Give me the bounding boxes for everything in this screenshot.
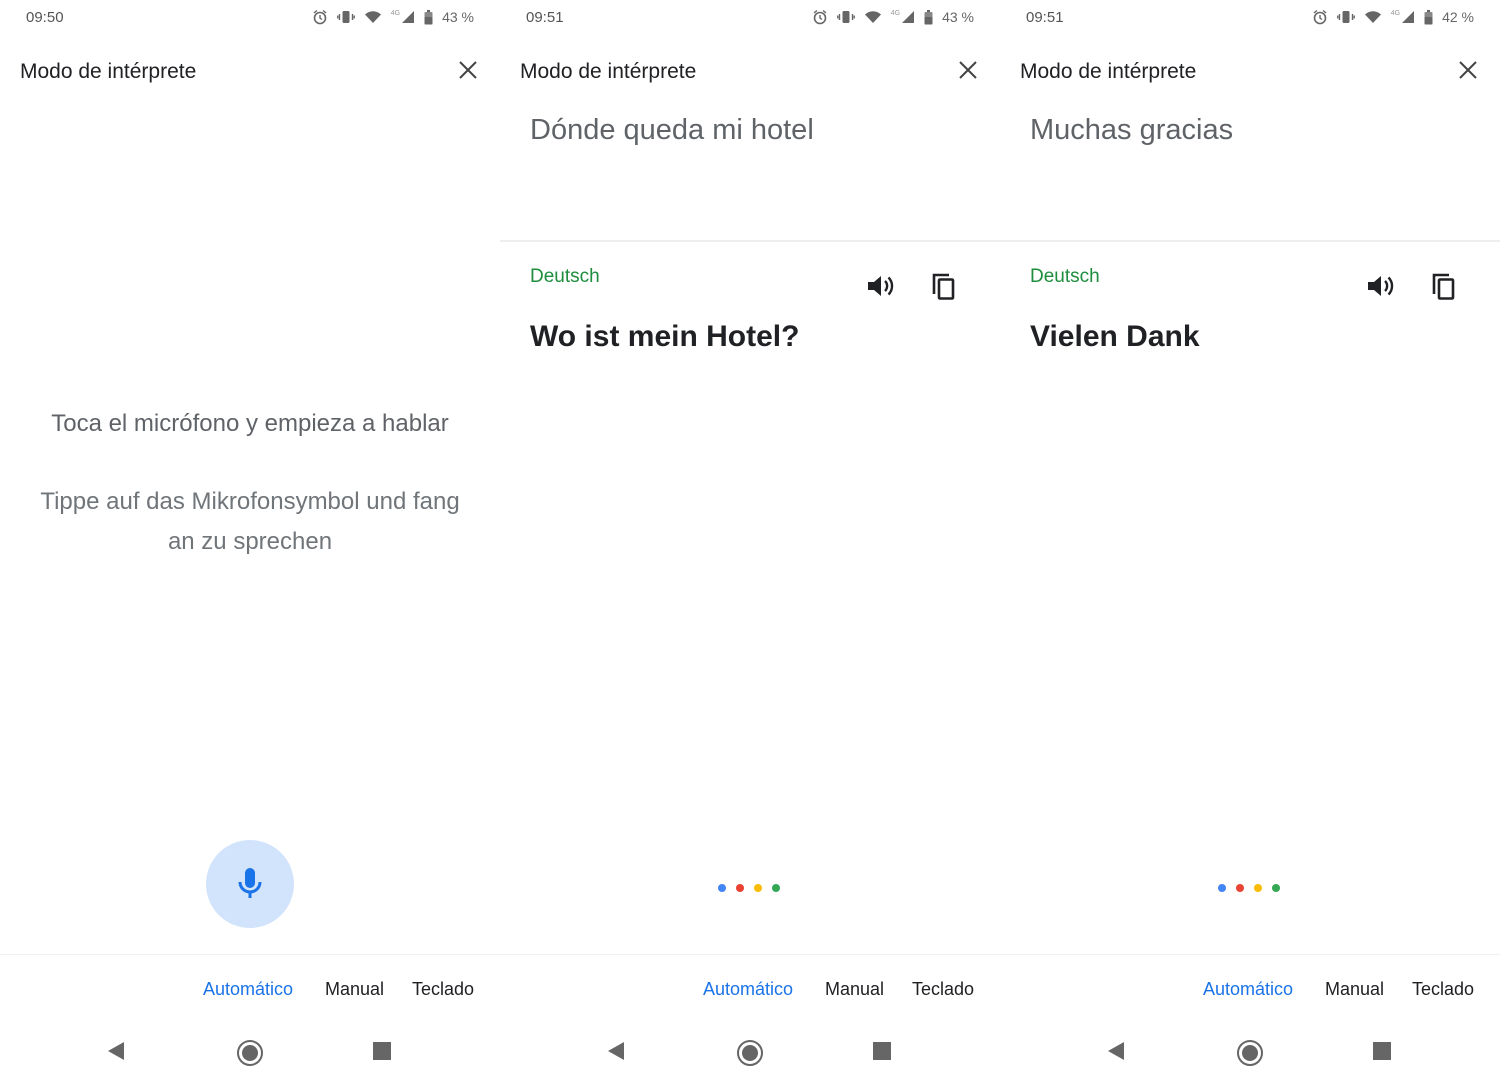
page-title: Modo de intérprete <box>20 60 197 83</box>
battery-percent: 43 % <box>942 9 974 25</box>
home-icon[interactable] <box>236 1039 264 1067</box>
page-title: Modo de intérprete <box>1020 60 1197 83</box>
dot-blue <box>718 884 726 892</box>
dot-green <box>772 884 780 892</box>
instruction-spanish: Toca el micrófono y empieza a hablar <box>51 410 449 437</box>
vibrate-icon <box>836 11 855 23</box>
network-type: 4G <box>890 10 901 17</box>
battery-icon <box>424 9 433 24</box>
battery-icon <box>1424 9 1433 24</box>
vibrate-icon <box>336 11 355 23</box>
network-type: 4G <box>390 10 401 17</box>
battery-percent: 43 % <box>442 9 474 25</box>
wifi-icon <box>864 11 881 23</box>
speaker-icon[interactable] <box>864 270 896 302</box>
screen-3: 09:51 4G 42 % Modo de intérprete Muchas … <box>1000 0 1500 1082</box>
alarm-icon <box>313 9 327 25</box>
signal-icon <box>1402 11 1415 23</box>
source-text: Muchas gracias <box>1030 114 1234 146</box>
system-nav-bar <box>0 1030 500 1082</box>
speaker-icon[interactable] <box>1364 270 1396 302</box>
close-icon[interactable] <box>1456 58 1480 82</box>
page-title: Modo de intérprete <box>520 60 697 83</box>
divider <box>500 240 1000 242</box>
mode-selector: Automático Manual Teclado <box>500 954 1000 1025</box>
dot-yellow <box>754 884 762 892</box>
dot-blue <box>1218 884 1226 892</box>
divider <box>1000 240 1500 242</box>
mode-selector: Automático Manual Teclado <box>0 954 500 1025</box>
alarm-icon <box>1313 9 1327 25</box>
copy-icon[interactable] <box>1428 270 1460 302</box>
mode-manual-tab[interactable]: Manual <box>1325 979 1384 1000</box>
dot-red <box>1236 884 1244 892</box>
translated-text: Wo ist mein Hotel? <box>530 320 800 353</box>
network-type: 4G <box>1390 10 1401 17</box>
back-icon[interactable] <box>106 1040 126 1062</box>
app-header: Modo de intérprete <box>1020 52 1480 90</box>
mode-selector: Automático Manual Teclado <box>1000 954 1500 1025</box>
target-language-label: Deutsch <box>530 266 600 287</box>
status-bar: 09:51 4G 43 % <box>500 0 1000 36</box>
recents-icon[interactable] <box>873 1042 891 1060</box>
home-icon[interactable] <box>1236 1039 1264 1067</box>
alarm-icon <box>813 9 827 25</box>
status-bar: 09:51 4G 42 % <box>1000 0 1500 36</box>
recents-icon[interactable] <box>373 1042 391 1060</box>
instruction-german: Tippe auf das Mikrofonsymbol und fang an… <box>40 488 460 555</box>
copy-icon[interactable] <box>928 270 960 302</box>
status-time: 09:50 <box>26 9 64 26</box>
screen-2: 09:51 4G 43 % Modo de intérprete Dónde q… <box>500 0 1000 1082</box>
battery-percent: 42 % <box>1442 9 1474 25</box>
listening-indicator <box>718 884 780 892</box>
mode-automatic-tab[interactable]: Automático <box>703 979 793 1000</box>
status-bar: 09:50 4G 43 % <box>0 0 500 36</box>
mode-keyboard-tab[interactable]: Teclado <box>412 979 474 1000</box>
source-text: Dónde queda mi hotel <box>530 114 814 146</box>
back-icon[interactable] <box>1106 1040 1126 1062</box>
back-icon[interactable] <box>606 1040 626 1062</box>
microphone-button[interactable] <box>206 840 294 928</box>
microphone-icon <box>238 868 262 898</box>
signal-icon <box>402 11 415 23</box>
recents-icon[interactable] <box>1373 1042 1391 1060</box>
mode-keyboard-tab[interactable]: Teclado <box>1412 979 1474 1000</box>
home-icon[interactable] <box>736 1039 764 1067</box>
mode-keyboard-tab[interactable]: Teclado <box>912 979 974 1000</box>
vibrate-icon <box>1336 11 1355 23</box>
mode-manual-tab[interactable]: Manual <box>825 979 884 1000</box>
mode-automatic-tab[interactable]: Automático <box>203 979 293 1000</box>
mode-automatic-tab[interactable]: Automático <box>1203 979 1293 1000</box>
listening-indicator <box>1218 884 1280 892</box>
target-language-label: Deutsch <box>1030 266 1100 287</box>
dot-red <box>736 884 744 892</box>
app-header: Modo de intérprete <box>20 52 480 90</box>
close-icon[interactable] <box>956 58 980 82</box>
status-time: 09:51 <box>1026 9 1064 26</box>
wifi-icon <box>364 11 381 23</box>
app-header: Modo de intérprete <box>520 52 980 90</box>
battery-icon <box>924 9 933 24</box>
signal-icon <box>902 11 915 23</box>
system-nav-bar <box>1000 1030 1500 1082</box>
close-icon[interactable] <box>456 58 480 82</box>
translated-text: Vielen Dank <box>1030 320 1200 353</box>
system-nav-bar <box>500 1030 1000 1082</box>
screen-1: 09:50 4G 43 % Modo de intérprete Toca el… <box>0 0 500 1082</box>
dot-green <box>1272 884 1280 892</box>
wifi-icon <box>1364 11 1381 23</box>
mode-manual-tab[interactable]: Manual <box>325 979 384 1000</box>
dot-yellow <box>1254 884 1262 892</box>
status-time: 09:51 <box>526 9 564 26</box>
